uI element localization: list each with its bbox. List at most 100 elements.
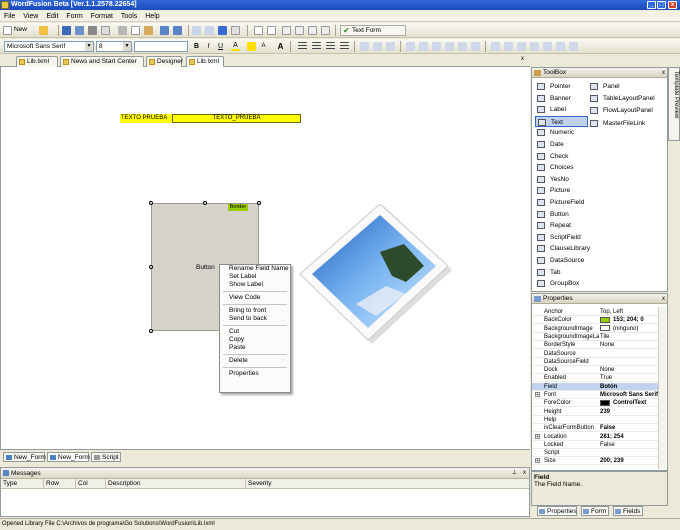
arrange-b-icon[interactable] xyxy=(419,42,428,51)
property-value[interactable]: False xyxy=(600,424,660,432)
toolbox-item-groupbox[interactable]: GroupBox xyxy=(535,278,579,289)
shrink-font-icon[interactable]: A xyxy=(259,42,268,51)
layout-icon[interactable] xyxy=(282,26,291,35)
expand-icon[interactable]: + xyxy=(535,433,540,439)
property-row[interactable]: Field Botón xyxy=(532,382,660,391)
property-value[interactable]: None xyxy=(600,341,660,349)
style-combo[interactable] xyxy=(134,41,188,52)
property-row[interactable]: ForeColor ControlText xyxy=(532,399,660,408)
property-value[interactable]: 239 xyxy=(600,408,660,416)
toolbox-item-repeat[interactable]: Repeat xyxy=(535,220,571,231)
property-value[interactable]: ControlText xyxy=(600,399,660,407)
expand-icon[interactable]: + xyxy=(535,458,540,464)
property-value[interactable]: 200; 239 xyxy=(600,457,660,465)
property-value[interactable]: False xyxy=(600,441,660,449)
toolbox-item-tab[interactable]: Tab xyxy=(535,267,560,278)
grow-font-icon[interactable]: A xyxy=(276,42,285,51)
pin-icon[interactable]: ⊥ xyxy=(512,468,517,479)
spacing-d-icon[interactable] xyxy=(530,42,539,51)
properties-scrollbar[interactable] xyxy=(658,307,666,469)
menu-form[interactable]: Form xyxy=(62,11,86,22)
font-name-combo[interactable]: Microsoft Sans Serif ▼ xyxy=(4,41,94,52)
col-type[interactable]: Type xyxy=(1,479,17,489)
page-b-icon[interactable] xyxy=(267,26,276,35)
page-icon[interactable] xyxy=(254,26,263,35)
menu-rename-field-name[interactable]: Rename Field Name xyxy=(220,265,290,273)
tool-b-icon[interactable] xyxy=(205,26,214,35)
tab-fields[interactable]: Fields xyxy=(613,506,643,516)
size-b-icon[interactable] xyxy=(373,42,382,51)
property-row[interactable]: BorderStyle None xyxy=(532,341,660,350)
property-value[interactable]: Tile xyxy=(600,333,660,341)
menu-properties[interactable]: Properties xyxy=(220,370,290,378)
col-severity[interactable]: Severity xyxy=(245,479,271,489)
bold-icon[interactable]: B xyxy=(192,42,201,51)
print-icon[interactable] xyxy=(88,26,97,35)
spacing-c-icon[interactable] xyxy=(517,42,526,51)
align-right-icon[interactable] xyxy=(326,42,335,51)
property-row[interactable]: + Location 281; 254 xyxy=(532,433,660,441)
property-row[interactable]: + Font Microsoft Sans Serif xyxy=(532,391,660,399)
tab-designer[interactable]: Designer xyxy=(146,56,183,67)
print-preview-icon[interactable] xyxy=(101,26,110,35)
resize-handle[interactable] xyxy=(257,201,261,205)
toolbox-item-check[interactable]: Check xyxy=(535,151,568,162)
property-row[interactable]: Dock None xyxy=(532,366,660,375)
spacing-g-icon[interactable] xyxy=(569,42,578,51)
size-c-icon[interactable] xyxy=(386,42,395,51)
paste-icon[interactable] xyxy=(144,26,153,35)
menu-file[interactable]: File xyxy=(0,11,19,22)
toolbox-item-datasource[interactable]: DataSource xyxy=(535,255,584,266)
resize-handle[interactable] xyxy=(149,265,153,269)
toolbox-item-label[interactable]: Label xyxy=(535,104,566,115)
property-row[interactable]: Help xyxy=(532,416,660,424)
cut-icon[interactable] xyxy=(118,26,127,35)
arrange-c-icon[interactable] xyxy=(432,42,441,51)
property-value[interactable]: 153; 204; 0 xyxy=(600,316,660,324)
tab-new-form-1[interactable]: New_Form xyxy=(3,452,46,462)
menu-delete[interactable]: Delete xyxy=(220,357,290,365)
property-row[interactable]: DataSourceField xyxy=(532,358,660,366)
col-description[interactable]: Description xyxy=(105,479,141,489)
maximize-button[interactable]: □ xyxy=(657,1,666,9)
toolbox-item-numeric[interactable]: Numeric xyxy=(535,127,574,138)
menu-copy[interactable]: Copy xyxy=(220,336,290,344)
toolbox-item-clauselibrary[interactable]: ClauseLibrary xyxy=(535,243,590,254)
chevron-down-icon[interactable]: ▼ xyxy=(85,42,93,51)
new-doc-icon[interactable] xyxy=(3,26,12,35)
toolbox-item-banner[interactable]: Banner xyxy=(535,93,571,104)
resize-handle[interactable] xyxy=(203,201,207,205)
highlight-icon[interactable] xyxy=(247,42,256,51)
grid-icon[interactable] xyxy=(231,26,240,35)
menu-cut[interactable]: Cut xyxy=(220,328,290,336)
toolbox-item-pointer[interactable]: Pointer xyxy=(535,81,571,92)
property-value[interactable]: True xyxy=(600,374,660,382)
tab-properties[interactable]: Properties xyxy=(537,506,577,516)
property-row[interactable]: Anchor Top, Left xyxy=(532,308,660,316)
property-row[interactable]: Enabled True xyxy=(532,374,660,383)
menu-view[interactable]: View xyxy=(19,11,42,22)
toolbox-item-date[interactable]: Date xyxy=(535,139,564,150)
close-tab-icon[interactable]: x xyxy=(521,56,524,62)
copy-icon[interactable] xyxy=(131,26,140,35)
property-value[interactable]: Botón xyxy=(600,383,660,391)
menu-paste[interactable]: Paste xyxy=(220,344,290,352)
arrange-d-icon[interactable] xyxy=(445,42,454,51)
minimize-button[interactable]: _ xyxy=(647,1,656,9)
menu-edit[interactable]: Edit xyxy=(42,11,62,22)
col-col[interactable]: Col xyxy=(75,479,88,489)
property-value[interactable]: None xyxy=(600,366,660,374)
menu-set-label[interactable]: Set Label xyxy=(220,273,290,281)
layout-b-icon[interactable] xyxy=(295,26,304,35)
open-folder-icon[interactable] xyxy=(39,26,48,35)
toolbox-item-button[interactable]: Button xyxy=(535,209,569,220)
chevron-down-icon[interactable]: ▼ xyxy=(123,42,131,51)
tab-new-form-2[interactable]: New_Form xyxy=(47,452,90,462)
resize-handle[interactable] xyxy=(149,201,153,205)
spacing-e-icon[interactable] xyxy=(543,42,552,51)
spacing-b-icon[interactable] xyxy=(504,42,513,51)
menu-bring-to-front[interactable]: Bring to front xyxy=(220,307,290,315)
new-button-label[interactable]: New xyxy=(14,26,27,33)
close-button[interactable]: x xyxy=(668,1,677,9)
toolbox-item-picturefield[interactable]: PictureField xyxy=(535,197,584,208)
